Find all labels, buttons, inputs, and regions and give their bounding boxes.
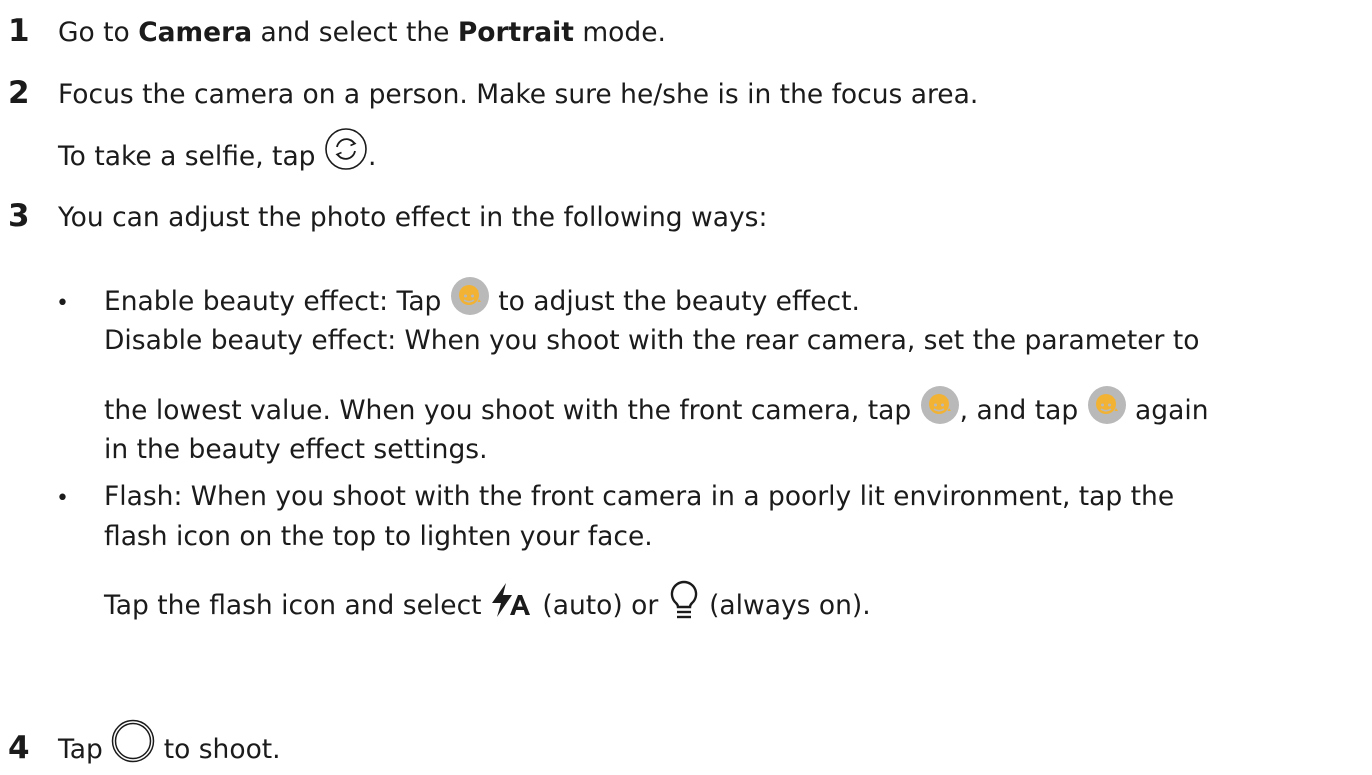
step-4-number: 4 [8, 730, 30, 766]
step-4-pre: Tap [58, 734, 112, 765]
portrait-label: Portrait [457, 17, 574, 48]
step-1-number: 1 [8, 13, 30, 49]
selfie-text-pre: To take a selfie, tap [58, 141, 324, 172]
flash-line-1: Flash: When you shoot with the front cam… [104, 481, 1175, 512]
selfie-line: To take a selfie, tap . [58, 127, 377, 174]
beauty-line-3: the lowest value. When you shoot with th… [104, 385, 1209, 428]
switch-camera-icon [324, 127, 368, 171]
bullet-beauty: • [56, 291, 69, 316]
flash-line-3: Tap the flash icon and select (auto) or … [104, 580, 871, 623]
flash-l3-mid: (auto) or [533, 590, 667, 621]
step-1-text: Go to Camera and select the Portrait mod… [58, 16, 666, 50]
step-4-post: to shoot. [155, 734, 281, 765]
step-2-number: 2 [8, 75, 30, 111]
step-3-text: You can adjust the photo effect in the f… [58, 202, 768, 233]
beauty-line-1: Enable beauty effect: Tap to adjust the … [104, 276, 860, 319]
selfie-text-post: . [367, 141, 377, 172]
flash-auto-icon [490, 581, 534, 619]
flash-line-2: flash icon on the top to lighten your fa… [104, 521, 653, 552]
beauty-line-2: Disable beauty effect: When you shoot wi… [104, 325, 1200, 356]
beauty-l1-pre: Enable beauty effect: Tap [104, 286, 450, 317]
beauty-l3-mid: , and tap [959, 395, 1087, 426]
step-4-text: Tap to shoot. [58, 719, 281, 767]
step-3-number: 3 [8, 198, 30, 234]
beauty-l1-post: to adjust the beauty effect. [489, 286, 860, 317]
beauty-l3-post: again [1126, 395, 1209, 426]
bullet-flash: • [56, 486, 69, 511]
camera-label: Camera [138, 17, 253, 48]
step-1-text-c: and select the [252, 17, 458, 48]
step-1-text-d: mode. [573, 17, 666, 48]
beauty-l3-pre: the lowest value. When you shoot with th… [104, 395, 920, 426]
beauty-effect-icon [1087, 385, 1127, 425]
beauty-effect-icon [450, 276, 490, 316]
step-2-text: Focus the camera on a person. Make sure … [58, 79, 979, 110]
beauty-line-4: in the beauty effect settings. [104, 434, 488, 465]
beauty-effect-icon [920, 385, 960, 425]
flash-l3-post: (always on). [700, 590, 871, 621]
step-1-text-a: Go to [58, 17, 139, 48]
shutter-icon [111, 719, 155, 763]
flash-l3-pre: Tap the flash icon and select [104, 590, 490, 621]
flash-always-on-icon [667, 579, 701, 621]
